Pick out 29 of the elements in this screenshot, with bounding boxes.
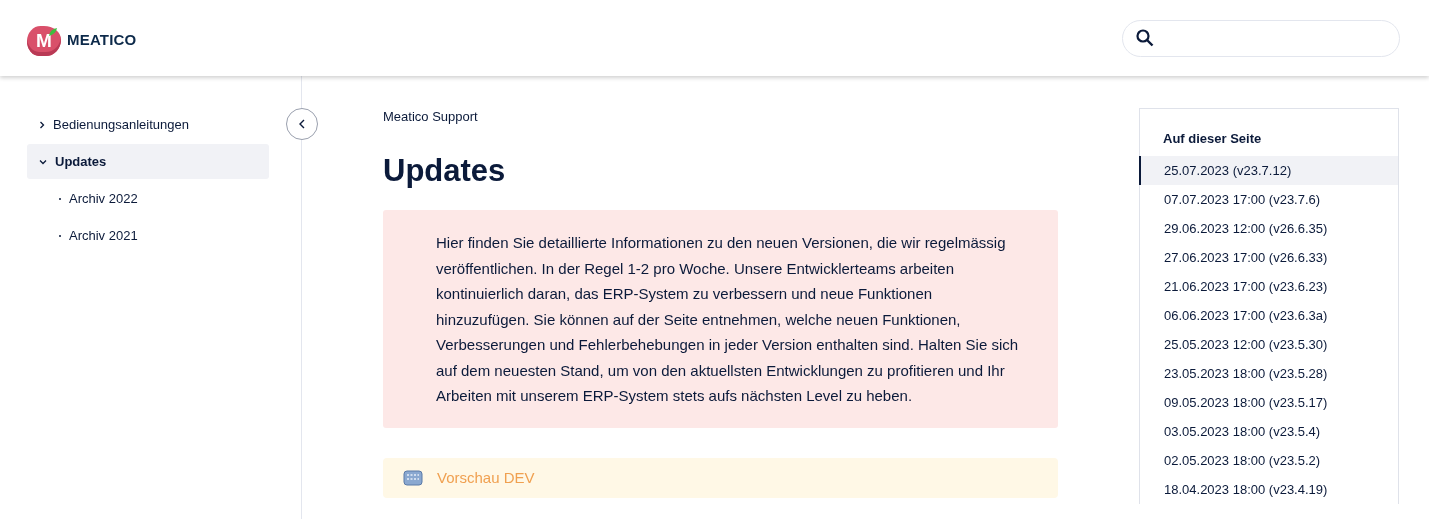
page-title: Updates [383, 154, 507, 189]
logo-text: MEATICO [67, 30, 137, 48]
toc-link[interactable]: 29.06.2023 12:00 (v26.6.35) [1139, 214, 1398, 243]
notice-title: Vorschau DEV [437, 469, 535, 487]
collapse-button[interactable] [286, 108, 318, 140]
toc-link[interactable]: 25.07.2023 (v23.7.12) [1139, 156, 1398, 185]
search-icon [1135, 28, 1155, 48]
logo-badge[interactable]: M [27, 26, 61, 56]
chevron-down-icon [39, 158, 47, 165]
toc-link[interactable]: 21.06.2023 17:00 (v23.6.23) [1139, 272, 1398, 301]
toc-link[interactable]: 09.05.2023 18:00 (v23.5.17) [1139, 388, 1398, 417]
sidebar-item[interactable]: Archiv 2022 [27, 181, 269, 216]
toc-link[interactable]: 23.05.2023 18:00 (v23.5.28) [1139, 359, 1398, 388]
chevron-right-icon [39, 120, 45, 129]
toc-link[interactable]: 06.06.2023 17:00 (v23.6.3a) [1139, 301, 1398, 330]
breadcrumb-link[interactable]: Meatico Support [383, 109, 1058, 124]
toc-link[interactable]: 18.04.2023 18:00 (v23.4.19) [1139, 475, 1398, 504]
toc-link[interactable]: 03.05.2023 18:00 (v23.5.4) [1139, 417, 1398, 446]
sidebar-item[interactable]: Archiv 2021 [27, 218, 269, 253]
toc-link[interactable]: 02.05.2023 18:00 (v23.5.2) [1139, 446, 1398, 475]
sidebar-item[interactable]: Updates [27, 144, 269, 179]
chevron-left-icon [299, 119, 305, 129]
toc-link[interactable]: 07.07.2023 17:00 (v23.7.6) [1139, 185, 1398, 214]
intro-callout: Hier finden Sie detaillierte Informationen zu den neuen Versionen, die wir regelmässig veröffentlichen. In der Regel 1-2 pro Woche. Unsere Entwicklerteams arbeiten kontinuierlich daran, das ERP-System zu verbessern und neue Funktionen hinzuzufügen. Sie können auf der Seite entnehmen, welche neuen Funktionen, Verbesserungen und Fehlerbehebungen in jeder Version enthalten sind. Halten Sie sich auf dem neuesten Stand, um von den aktuellsten Entwicklungen zu profitieren und Ihr Arbeiten mit unserem ERP-System stets aufs nächsten Level zu heben. [383, 210, 1058, 428]
keyboard-icon [403, 469, 423, 486]
toc-heading: Auf dieser Seite [1162, 131, 1263, 148]
sidebar-item[interactable]: Bedienungsanleitungen [27, 107, 269, 142]
toc-link[interactable]: 27.06.2023 17:00 (v26.6.33) [1139, 243, 1398, 272]
toc-link[interactable]: 25.05.2023 12:00 (v23.5.30) [1139, 330, 1398, 359]
